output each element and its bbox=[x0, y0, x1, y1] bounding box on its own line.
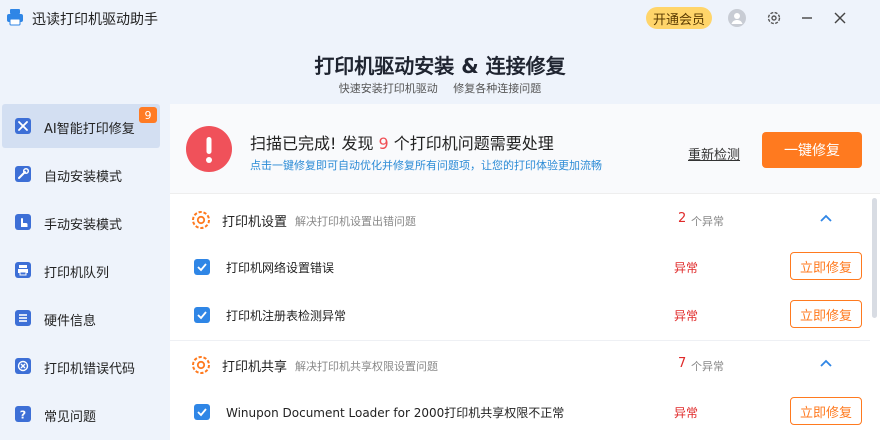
group-description: 解决打印机共享权限设置问题 bbox=[295, 360, 438, 373]
group-issue-unit: 个异常 bbox=[691, 215, 724, 228]
issue-count-badge: 9 bbox=[139, 107, 157, 123]
gear-icon[interactable] bbox=[764, 8, 784, 28]
close-icon[interactable] bbox=[830, 8, 850, 28]
wrench-icon bbox=[14, 165, 32, 183]
group-description: 解决打印机设置出错问题 bbox=[295, 215, 416, 228]
chevron-up-icon[interactable] bbox=[818, 356, 834, 372]
issue-row: 打印机网络设置错误 异常 立即修复 bbox=[170, 243, 870, 291]
scan-result-banner: 扫描已完成! 发现 9 个打印机问题需要处理 点击一键修复即可自动优化并修复所有问题… bbox=[170, 104, 880, 194]
sidebar-item-label: 手动安装模式 bbox=[44, 218, 123, 233]
title-bar: 迅读打印机驱动助手 开通会员 bbox=[0, 0, 880, 36]
group-issue-count: 7 bbox=[678, 356, 687, 371]
issue-status: 异常 bbox=[674, 261, 699, 275]
group-header-printer-settings: 打印机设置 解决打印机设置出错问题 2 个异常 bbox=[170, 195, 870, 243]
issue-row: Winupon Document Loader for 2000打印机共享权限不… bbox=[170, 388, 870, 436]
minimize-icon[interactable] bbox=[797, 8, 817, 28]
group-name: 打印机共享 bbox=[222, 360, 288, 375]
issue-label: 打印机注册表检测异常 bbox=[226, 309, 347, 323]
fix-now-button[interactable]: 立即修复 bbox=[790, 300, 862, 328]
group-issue-count: 2 bbox=[678, 211, 687, 226]
gear-icon bbox=[190, 354, 212, 376]
sidebar-item-label: 打印机错误代码 bbox=[44, 362, 136, 377]
issue-row: 打印机注册表检测异常 异常 立即修复 bbox=[170, 291, 870, 339]
group-name: 打印机设置 bbox=[222, 215, 288, 230]
printer-icon bbox=[14, 261, 32, 279]
scan-result-description: 点击一键修复即可自动优化并修复所有问题项，让您的打印体验更加流畅 bbox=[250, 159, 602, 172]
wrench-screwdriver-icon bbox=[14, 117, 32, 135]
issue-status: 异常 bbox=[674, 309, 699, 323]
main-panel: 扫描已完成! 发现 9 个打印机问题需要处理 点击一键修复即可自动优化并修复所有问题… bbox=[170, 104, 880, 440]
list-icon bbox=[14, 309, 32, 327]
subtitle-right: 修复各种连接问题 bbox=[453, 82, 542, 95]
issue-label: 打印机网络设置错误 bbox=[226, 261, 335, 275]
question-icon: ? bbox=[14, 405, 32, 423]
group-header-printer-sharing: 打印机共享 解决打印机共享权限设置问题 7 个异常 bbox=[170, 340, 870, 388]
sidebar-item-printer-queue[interactable]: 打印机队列 bbox=[2, 248, 160, 292]
hand-pointer-icon bbox=[14, 213, 32, 231]
fix-all-button[interactable]: 一键修复 bbox=[762, 132, 862, 168]
scrollbar[interactable] bbox=[872, 198, 877, 318]
sidebar-item-manual-install[interactable]: 手动安装模式 bbox=[2, 200, 160, 244]
group-issue-unit: 个异常 bbox=[691, 360, 724, 373]
issue-checkbox[interactable] bbox=[194, 307, 210, 323]
sidebar: AI智能打印修复 9 自动安装模式 手动安装模式 打印机队列 硬件信息 打印机错… bbox=[0, 104, 168, 440]
sidebar-item-label: 自动安装模式 bbox=[44, 170, 123, 185]
rescan-link[interactable]: 重新检测 bbox=[688, 144, 740, 163]
issue-label: Winupon Document Loader for 2000打印机共享权限不… bbox=[226, 406, 565, 420]
sidebar-item-label: 常见问题 bbox=[44, 410, 97, 425]
issue-count: 9 bbox=[378, 134, 389, 153]
scan-result-title-post: 个打印机问题需要处理 bbox=[393, 134, 554, 153]
fix-now-button[interactable]: 立即修复 bbox=[790, 397, 862, 425]
user-icon[interactable] bbox=[727, 8, 747, 28]
sidebar-item-auto-install[interactable]: 自动安装模式 bbox=[2, 152, 160, 196]
scan-result-title-pre: 扫描已完成! 发现 bbox=[250, 134, 374, 153]
alert-icon bbox=[186, 126, 232, 172]
printer-logo-icon bbox=[6, 8, 24, 26]
issue-checkbox[interactable] bbox=[194, 259, 210, 275]
vip-button[interactable]: 开通会员 bbox=[646, 7, 712, 29]
sidebar-item-error-codes[interactable]: 打印机错误代码 bbox=[2, 344, 160, 388]
app-title: 迅读打印机驱动助手 bbox=[32, 12, 158, 28]
sidebar-item-ai-repair[interactable]: AI智能打印修复 9 bbox=[2, 104, 160, 148]
fix-now-button[interactable]: 立即修复 bbox=[790, 252, 862, 280]
sidebar-item-label: 打印机队列 bbox=[44, 266, 110, 281]
subtitle-left: 快速安装打印机驱动 bbox=[338, 82, 438, 95]
gear-icon bbox=[190, 209, 212, 231]
svg-text:?: ? bbox=[20, 409, 26, 422]
sidebar-item-label: 硬件信息 bbox=[44, 314, 97, 329]
scan-result-title: 扫描已完成! 发现 9 个打印机问题需要处理 bbox=[250, 130, 554, 154]
chevron-up-icon[interactable] bbox=[818, 211, 834, 227]
sidebar-item-label: AI智能打印修复 bbox=[44, 122, 135, 137]
page-subtitle: 快速安装打印机驱动 修复各种连接问题 bbox=[0, 80, 880, 96]
error-x-icon bbox=[14, 357, 32, 375]
sidebar-item-faq[interactable]: ? 常见问题 bbox=[2, 392, 160, 436]
issue-checkbox[interactable] bbox=[194, 404, 210, 420]
page-title: 打印机驱动安装 & 连接修复 bbox=[314, 54, 566, 78]
sidebar-item-hardware-info[interactable]: 硬件信息 bbox=[2, 296, 160, 340]
issue-status: 异常 bbox=[674, 406, 699, 420]
